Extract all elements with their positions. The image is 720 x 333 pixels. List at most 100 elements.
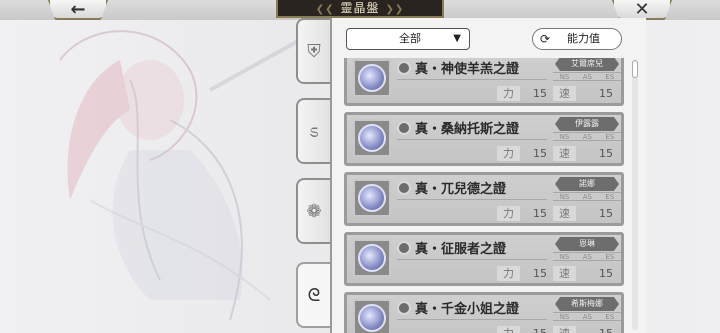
sort-by-stats-button[interactable]: ⟳ 能力值 bbox=[532, 28, 622, 50]
rank-crest-icon bbox=[397, 61, 411, 75]
flower-crest-icon: ❁ bbox=[306, 200, 322, 222]
stat-value: 15 bbox=[533, 267, 547, 280]
divider bbox=[397, 319, 547, 320]
power-stat: 力 15 bbox=[497, 206, 547, 221]
role-tags: NS AS ES bbox=[553, 132, 621, 141]
stat-label: 力 bbox=[497, 206, 520, 221]
divider bbox=[397, 79, 547, 80]
stat-value: 15 bbox=[533, 207, 547, 220]
back-button[interactable]: ← bbox=[48, 0, 108, 20]
stat-label: 力 bbox=[497, 86, 520, 101]
role-tag: ES bbox=[605, 73, 615, 81]
role-tag: NS bbox=[559, 193, 570, 201]
role-tag: ES bbox=[605, 133, 615, 141]
stat-label: 速 bbox=[553, 86, 576, 101]
role-tag: ES bbox=[605, 313, 615, 321]
back-arrow-icon: ← bbox=[70, 0, 86, 20]
title-ornament-left-icon: ❮❮ bbox=[315, 4, 335, 15]
role-tag: ES bbox=[605, 193, 615, 201]
stat-value: 15 bbox=[533, 326, 547, 333]
crystal-name: 真・桑納托斯之證 bbox=[415, 122, 520, 137]
power-stat: 力 15 bbox=[497, 86, 547, 101]
list-item[interactable]: 真・千金小姐之證 希斯梅娜 NS AS ES 力 15 速 15 bbox=[344, 292, 624, 333]
stat-value: 15 bbox=[599, 87, 613, 100]
tab-wave[interactable]: ᘓ bbox=[296, 262, 330, 328]
role-tags: NS AS ES bbox=[553, 252, 621, 261]
role-tags: NS AS ES bbox=[553, 72, 621, 81]
crystal-name: 真・千金小姐之證 bbox=[415, 302, 520, 317]
speed-stat: 速 15 bbox=[553, 86, 613, 101]
owner-badge: 諾娜 bbox=[555, 177, 619, 191]
stat-value: 15 bbox=[599, 147, 613, 160]
role-tag: NS bbox=[559, 253, 570, 261]
stat-label: 速 bbox=[553, 266, 576, 281]
role-tag: NS bbox=[559, 313, 570, 321]
role-tag: NS bbox=[559, 133, 570, 141]
crystal-name: 真・神使羊羔之證 bbox=[415, 62, 520, 77]
speed-stat: 速 15 bbox=[553, 146, 613, 161]
swirl-icon: ಽ bbox=[309, 120, 319, 142]
tab-flower[interactable]: ❁ bbox=[296, 178, 330, 244]
role-tags: NS AS ES bbox=[553, 192, 621, 201]
crystal-gem-icon bbox=[353, 239, 391, 277]
stat-value: 15 bbox=[533, 147, 547, 160]
tab-crest[interactable]: ⛨ bbox=[296, 18, 330, 84]
owner-badge: 伊露露 bbox=[555, 117, 619, 131]
crystal-list[interactable]: 真・神使羊羔之證 艾爾席兒 NS AS ES 力 15 速 15 真・桑納托斯之證 … bbox=[344, 58, 624, 333]
crystal-gem-icon bbox=[353, 179, 391, 217]
role-tag: AS bbox=[582, 73, 592, 81]
owner-badge: 艾爾席兒 bbox=[555, 58, 619, 71]
stat-label: 力 bbox=[497, 146, 520, 161]
divider bbox=[397, 259, 547, 260]
stat-value: 15 bbox=[599, 267, 613, 280]
role-tags: NS AS ES bbox=[553, 312, 621, 321]
wave-icon: ᘓ bbox=[307, 284, 321, 306]
list-item[interactable]: 真・桑納托斯之證 伊露露 NS AS ES 力 15 速 15 bbox=[344, 112, 624, 166]
refresh-icon: ⟳ bbox=[540, 32, 551, 46]
role-tag: AS bbox=[582, 133, 592, 141]
list-item[interactable]: 真・兀兒德之證 諾娜 NS AS ES 力 15 速 15 bbox=[344, 172, 624, 226]
stat-value: 15 bbox=[599, 326, 613, 333]
close-button[interactable]: ✕ bbox=[612, 0, 672, 20]
stat-label: 速 bbox=[553, 146, 576, 161]
divider bbox=[397, 199, 547, 200]
speed-stat: 速 15 bbox=[553, 326, 613, 333]
stat-label: 速 bbox=[553, 326, 576, 333]
sort-button-label: 能力值 bbox=[567, 32, 600, 45]
list-scrollbar[interactable] bbox=[632, 60, 638, 330]
stat-label: 力 bbox=[497, 266, 520, 281]
power-stat: 力 15 bbox=[497, 326, 547, 333]
filter-dropdown[interactable]: 全部 ▼ bbox=[346, 28, 470, 50]
rank-crest-icon bbox=[397, 121, 411, 135]
crystal-gem-icon bbox=[353, 119, 391, 157]
page-title-plate: ❮❮ 靈晶盤 ❯❯ bbox=[276, 0, 444, 18]
role-tag: NS bbox=[559, 73, 570, 81]
filter-selected-value: 全部 bbox=[399, 32, 421, 45]
speed-stat: 速 15 bbox=[553, 206, 613, 221]
crystal-list-panel: 全部 ▼ ⟳ 能力值 真・神使羊羔之證 艾爾席兒 NS AS ES 力 15 速1… bbox=[330, 18, 646, 333]
role-tag: ES bbox=[605, 253, 615, 261]
stat-label: 速 bbox=[553, 206, 576, 221]
speed-stat: 速 15 bbox=[553, 266, 613, 281]
crystal-name: 真・兀兒德之證 bbox=[415, 182, 507, 197]
list-item[interactable]: 真・神使羊羔之證 艾爾席兒 NS AS ES 力 15 速 15 bbox=[344, 58, 624, 106]
crystal-gem-icon bbox=[353, 299, 391, 333]
power-stat: 力 15 bbox=[497, 146, 547, 161]
rank-crest-icon bbox=[397, 181, 411, 195]
title-ornament-right-icon: ❯❯ bbox=[385, 4, 405, 15]
divider bbox=[397, 139, 547, 140]
tab-swirl[interactable]: ಽ bbox=[296, 98, 330, 164]
crystal-name: 真・征服者之證 bbox=[415, 242, 507, 257]
chevron-down-icon: ▼ bbox=[453, 33, 461, 44]
owner-badge: 希斯梅娜 bbox=[555, 297, 619, 311]
rank-crest-icon bbox=[397, 301, 411, 315]
owner-badge: 恩琳 bbox=[555, 237, 619, 251]
list-item[interactable]: 真・征服者之證 恩琳 NS AS ES 力 15 速 15 bbox=[344, 232, 624, 286]
crystal-gem-icon bbox=[353, 59, 391, 97]
stat-label: 力 bbox=[497, 326, 520, 333]
role-tag: AS bbox=[582, 253, 592, 261]
crest-shield-icon: ⛨ bbox=[307, 40, 321, 62]
page-title: 靈晶盤 bbox=[340, 1, 380, 15]
stat-value: 15 bbox=[533, 87, 547, 100]
scrollbar-thumb[interactable] bbox=[632, 60, 638, 78]
